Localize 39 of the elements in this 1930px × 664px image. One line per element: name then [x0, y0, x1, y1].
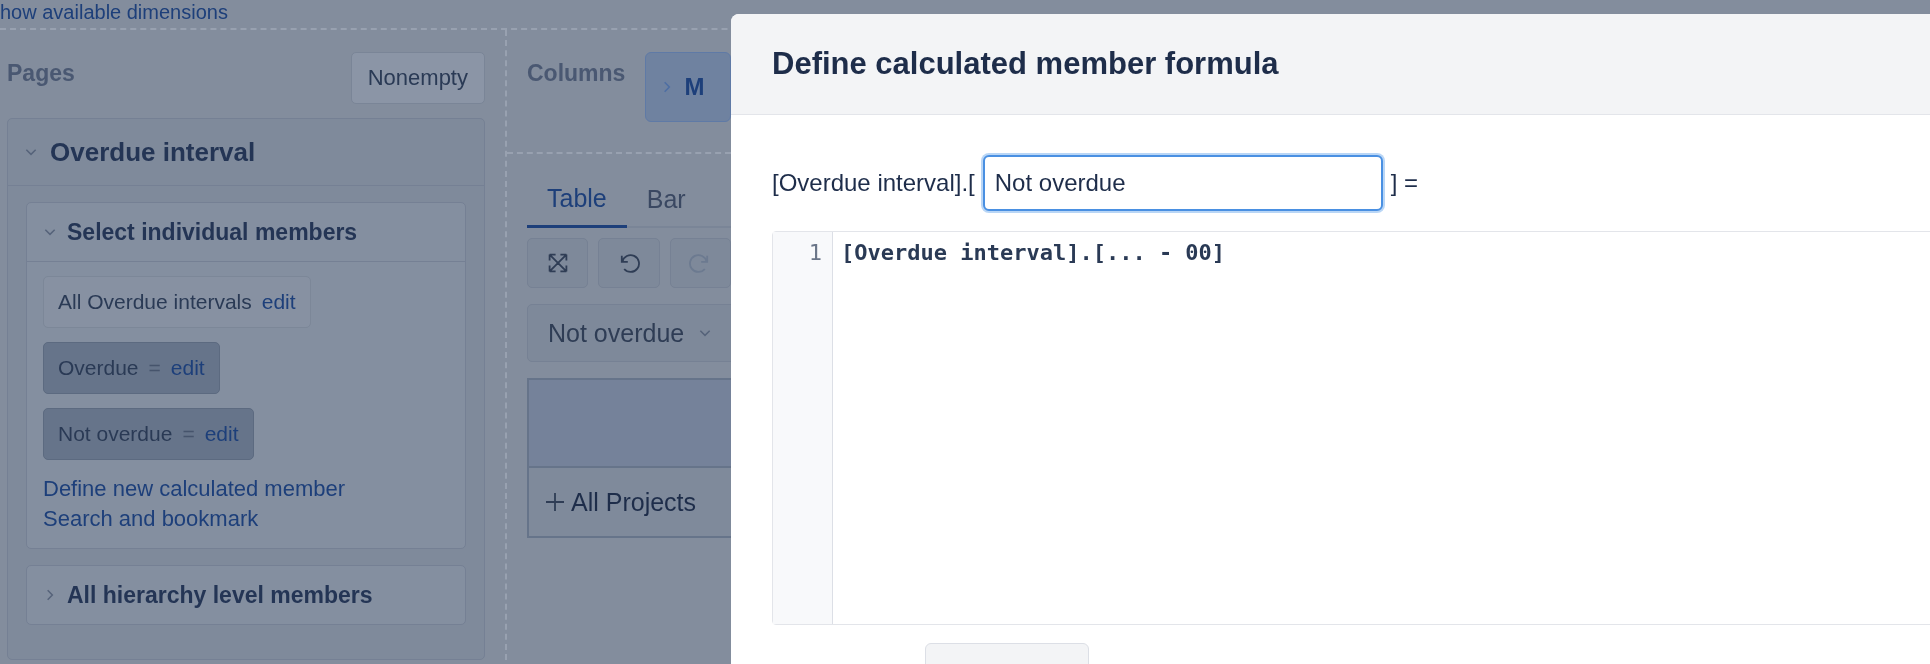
code-line: [Overdue interval].[... - 00]: [840, 239, 1226, 265]
member-label: All Overdue intervals: [58, 290, 252, 314]
action-link[interactable]: Search and bookmark: [43, 506, 346, 532]
section-header[interactable]: All hierarchy level members: [27, 566, 465, 624]
line-number: 1: [807, 240, 822, 265]
formula-editor[interactable]: 1 [Overdue interval].[... - 00]: [772, 231, 1930, 625]
member-chip[interactable]: All Overdue intervals edit: [43, 276, 311, 328]
nonempty-button[interactable]: Nonempty: [350, 52, 485, 104]
dimension-header[interactable]: Overdue interval: [8, 119, 484, 186]
expand-plus-icon[interactable]: [545, 492, 565, 512]
dimension-title: Overdue interval: [50, 136, 256, 168]
equals-sign: =: [182, 422, 195, 446]
member-chip[interactable]: Overdue = edit: [43, 342, 220, 394]
undo-button[interactable]: [598, 238, 660, 288]
equals-sign: =: [148, 356, 161, 380]
columns-heading: Columns: [527, 60, 626, 87]
formula-prefix: [Overdue interval].[: [772, 169, 975, 197]
column-dimension-chip[interactable]: M: [645, 52, 731, 122]
pages-heading: Pages: [7, 60, 75, 87]
member-name-field[interactable]: Not overdue: [982, 155, 1383, 211]
edit-link[interactable]: edit: [261, 290, 296, 314]
member-chip[interactable]: Not overdue = edit: [43, 408, 254, 460]
edit-link[interactable]: edit: [170, 356, 205, 380]
chip-label: M: [684, 73, 705, 101]
row-header-cell: All Projects: [571, 487, 697, 517]
formula-suffix: ] =: [1390, 169, 1419, 197]
member-label: Not overdue: [58, 422, 173, 446]
section-title: Select individual members: [67, 218, 358, 246]
show-dimensions-link[interactable]: how available dimensions: [0, 1, 228, 23]
page-filter-dropdown[interactable]: Not overdue: [527, 304, 731, 362]
dialog-title: Define calculated member formula: [772, 46, 1279, 82]
section-title: All hierarchy level members: [67, 581, 373, 609]
edit-link[interactable]: edit: [204, 422, 239, 446]
view-tab[interactable]: Table: [527, 176, 627, 228]
fullscreen-button[interactable]: [527, 238, 589, 288]
member-label: Overdue: [58, 356, 139, 380]
view-tab[interactable]: Bar: [626, 176, 706, 226]
action-link[interactable]: Define new calculated member: [43, 476, 346, 502]
section-header[interactable]: Select individual members: [27, 203, 465, 262]
